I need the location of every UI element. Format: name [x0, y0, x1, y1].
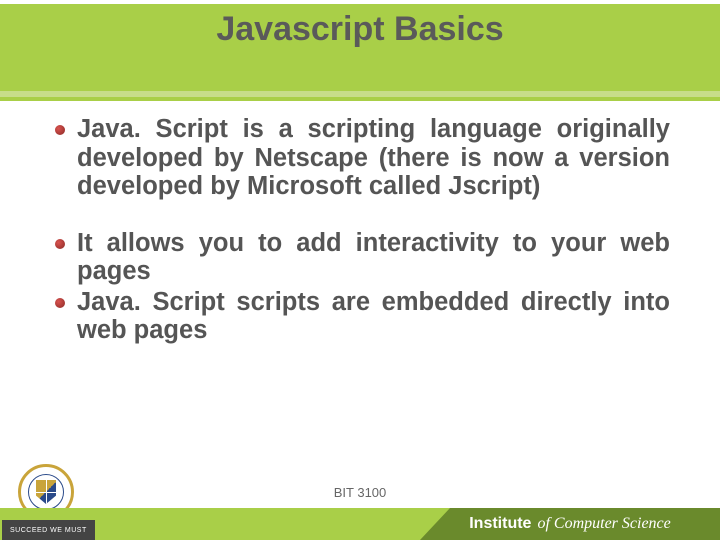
- list-item: Java. Script scripts are embedded direct…: [55, 288, 670, 345]
- footer-institute-prefix: Institute: [469, 515, 531, 533]
- seal-inner: [28, 474, 64, 510]
- bullet-icon: [55, 298, 65, 308]
- seal-shield-icon: [36, 480, 56, 504]
- title-area: Javascript Basics: [0, 10, 720, 49]
- bullet-icon: [55, 125, 65, 135]
- top-strip: [0, 0, 720, 4]
- footer-institute-rest: of Computer Science: [537, 515, 670, 533]
- bullet-icon: [55, 239, 65, 249]
- list-item: It allows you to add interactivity to yo…: [55, 229, 670, 286]
- bullet-text: Java. Script is a scripting language ori…: [77, 115, 670, 201]
- content-area: Java. Script is a scripting language ori…: [55, 115, 670, 373]
- slide-title: Javascript Basics: [0, 10, 720, 49]
- list-item: Java. Script is a scripting language ori…: [55, 115, 670, 201]
- footer-motto: SUCCEED WE MUST: [2, 520, 95, 540]
- divider-bar-dark: [0, 97, 720, 101]
- bullet-text: It allows you to add interactivity to yo…: [77, 229, 670, 286]
- footer-institute: Institute of Computer Science: [420, 508, 720, 540]
- course-code: BIT 3100: [0, 485, 720, 500]
- bullet-text: Java. Script scripts are embedded direct…: [77, 288, 670, 345]
- slide: Javascript Basics Java. Script is a scri…: [0, 0, 720, 540]
